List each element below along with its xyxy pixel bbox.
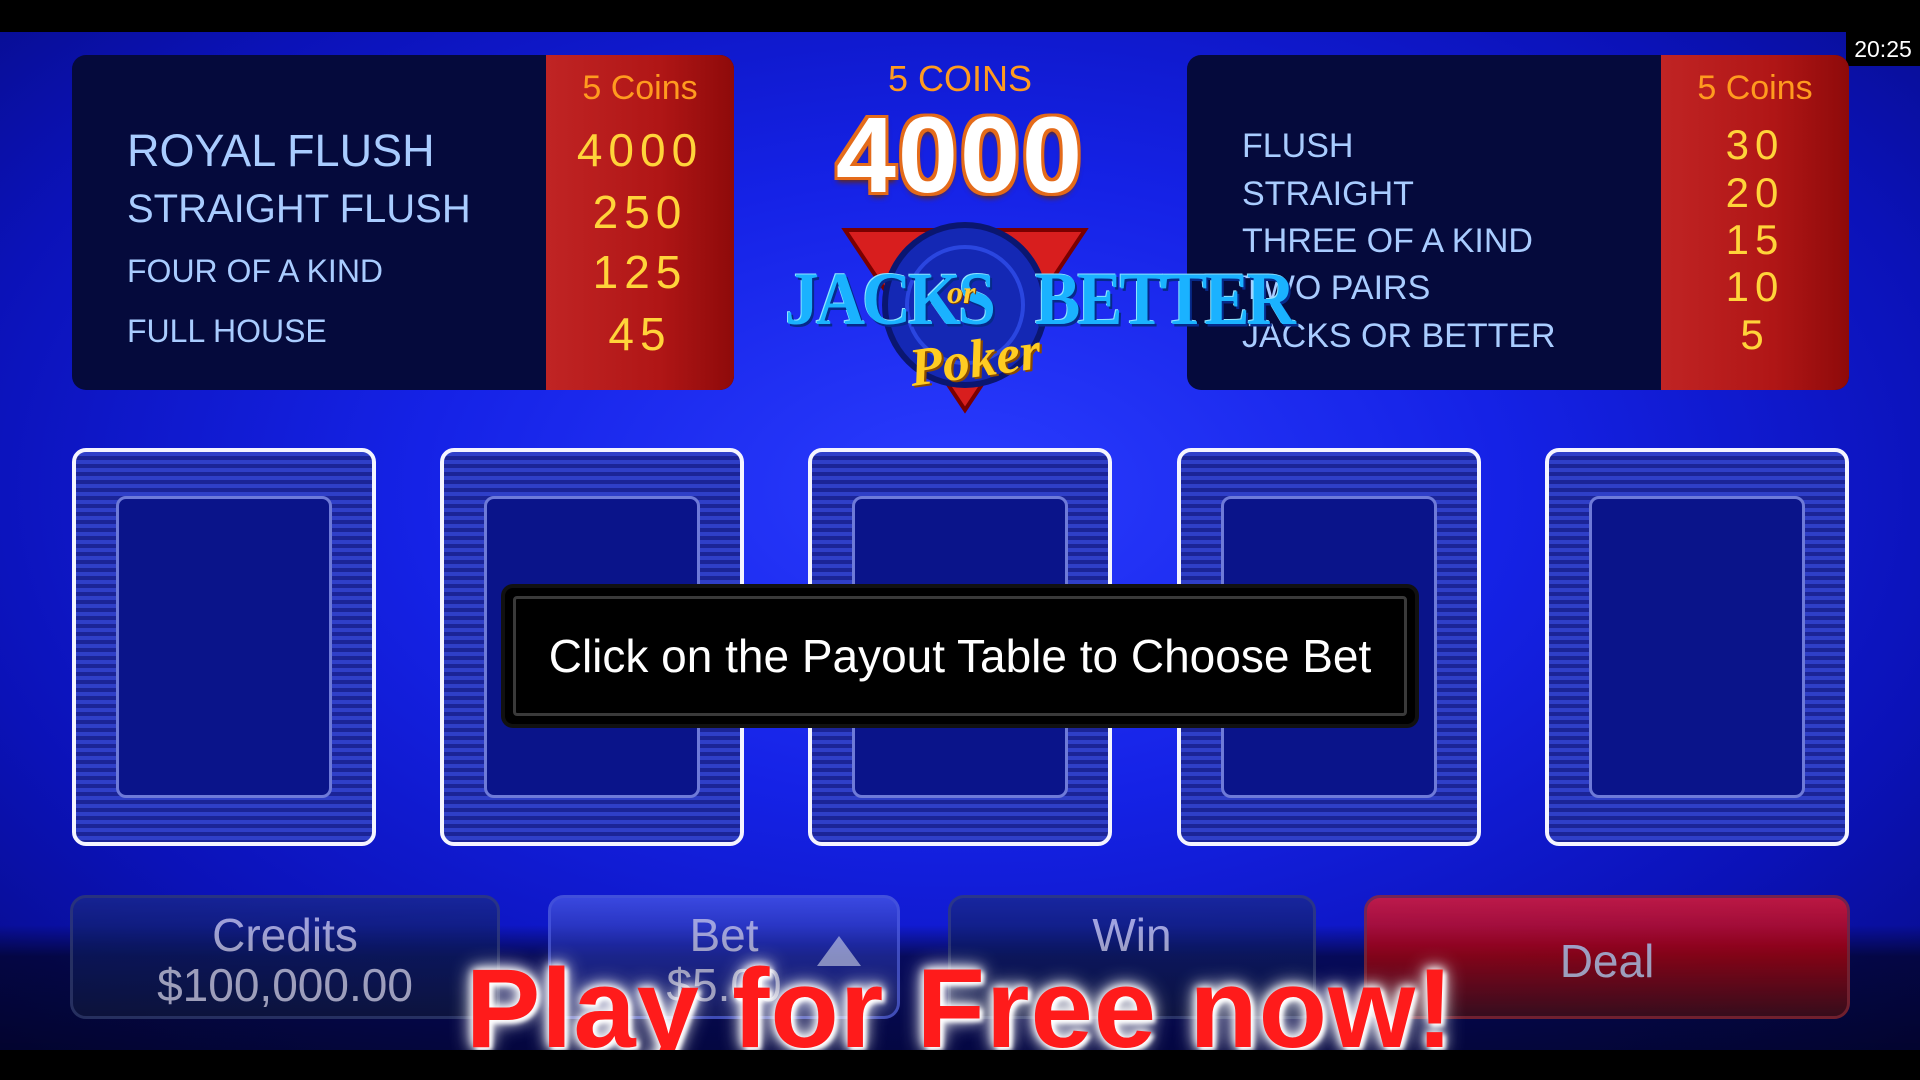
payout-three-of-a-kind: 15: [1725, 216, 1785, 263]
payout-two-pairs: 10: [1725, 263, 1785, 310]
payout-straight: 20: [1725, 169, 1785, 216]
card-slot-5[interactable]: [1545, 448, 1849, 846]
coins-header: 5 Coins: [1697, 69, 1813, 107]
card-back-pattern: [1589, 496, 1805, 798]
paytable-right-coins-column[interactable]: 5 Coins 30 20 15 10 5: [1661, 55, 1849, 390]
card-back-pattern: [116, 496, 332, 798]
hand-royal-flush: ROYAL FLUSH: [127, 125, 435, 176]
instruction-message: Click on the Payout Table to Choose Bet: [505, 588, 1415, 724]
coins-header: 5 Coins: [582, 69, 698, 107]
jackpot-value: 4000: [835, 94, 1085, 215]
payout-full-house: 45: [608, 308, 672, 360]
hand-four-of-a-kind: FOUR OF A KIND: [127, 253, 384, 289]
instruction-text: Click on the Payout Table to Choose Bet: [513, 596, 1407, 716]
payout-royal-flush: 4000: [576, 124, 704, 176]
hand-flush: FLUSH: [1242, 127, 1354, 165]
payout-jacks-or-better: 5: [1740, 311, 1770, 358]
jacks-or-better-logo: JACKS BETTER or Poker: [775, 210, 1296, 420]
top-black-bar: [0, 0, 1920, 32]
bottom-black-bar: [0, 1050, 1920, 1080]
payout-flush: 30: [1725, 121, 1785, 168]
hand-straight-flush: STRAIGHT FLUSH: [127, 187, 471, 231]
hand-straight: STRAIGHT: [1242, 175, 1414, 213]
payout-four-of-a-kind: 125: [592, 246, 688, 298]
paytable-left-coins-column[interactable]: 5 Coins 4000 250 125 45: [546, 55, 734, 390]
payout-straight-flush: 250: [592, 186, 688, 238]
hand-full-house: FULL HOUSE: [127, 313, 327, 349]
clock: 20:25: [1846, 32, 1920, 66]
hand-three-of-a-kind: THREE OF A KIND: [1242, 222, 1533, 260]
logo-or-text: or: [947, 274, 976, 310]
paytable-left[interactable]: ROYAL FLUSH STRAIGHT FLUSH FOUR OF A KIN…: [72, 55, 734, 390]
card-slot-1[interactable]: [72, 448, 376, 846]
